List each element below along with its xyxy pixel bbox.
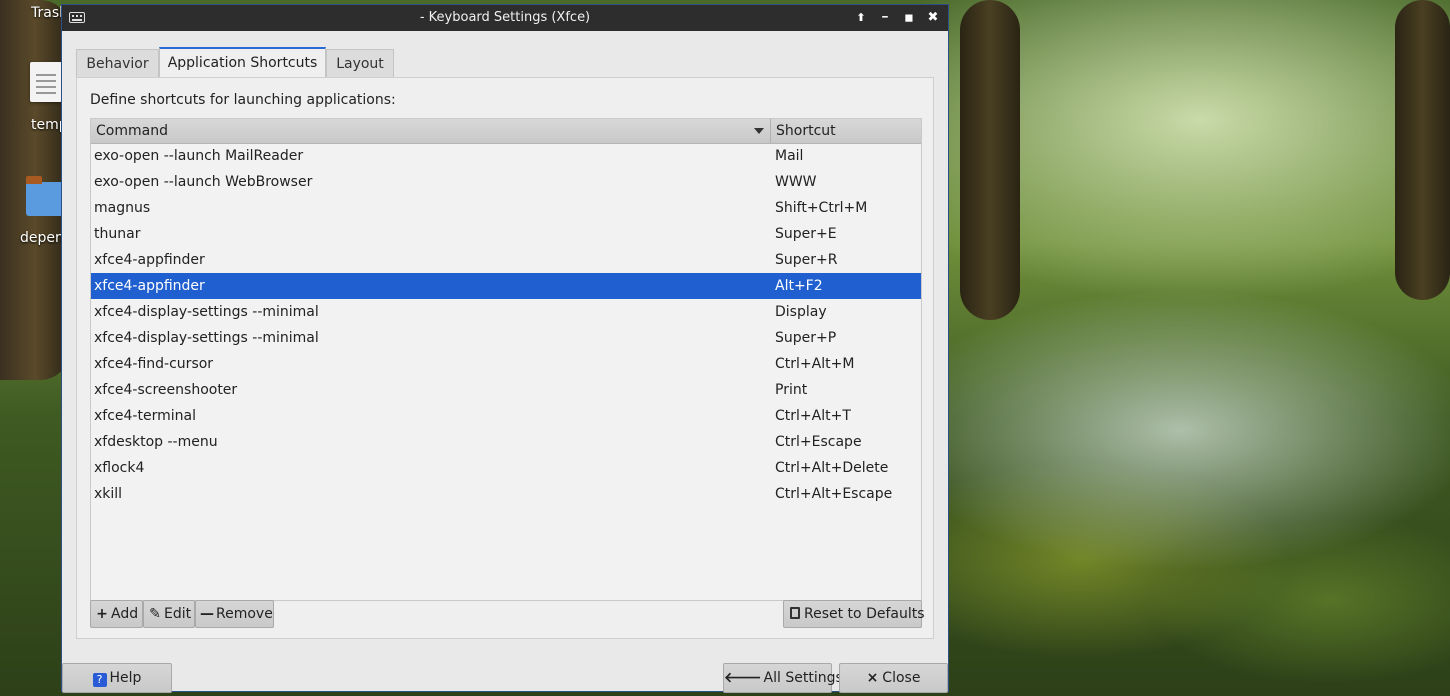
- row-shortcut: WWW: [775, 174, 817, 190]
- tab-application-shortcuts[interactable]: Application Shortcuts: [159, 47, 326, 77]
- row-shortcut: Print: [775, 382, 808, 398]
- row-command: xfce4-display-settings --minimal: [94, 304, 319, 320]
- row-shortcut: Display: [775, 304, 827, 320]
- row-command: exo-open --launch WebBrowser: [94, 174, 313, 190]
- table-row[interactable]: xfce4-terminal Ctrl+Alt+T: [91, 403, 921, 429]
- reset-to-defaults-button[interactable]: Reset to Defaults: [783, 600, 925, 628]
- close-button[interactable]: × Close: [839, 663, 948, 693]
- column-header-shortcut[interactable]: Shortcut: [771, 119, 921, 143]
- sort-descending-icon: [754, 128, 764, 134]
- all-settings-button-label: All Settings: [763, 670, 843, 686]
- add-button-label: Add: [111, 606, 139, 622]
- row-shortcut: Ctrl+Escape: [775, 434, 862, 450]
- row-command: xfce4-screenshooter: [94, 382, 238, 398]
- table-row[interactable]: xkill Ctrl+Alt+Escape: [91, 481, 921, 507]
- list-toolbar: + Add ✎ Edit — Remove Reset to Defaults: [90, 600, 925, 628]
- reset-button-label: Reset to Defaults: [804, 606, 925, 622]
- add-button[interactable]: + Add: [90, 600, 143, 628]
- wallpaper-tree: [1395, 0, 1450, 300]
- table-row[interactable]: exo-open --launch WebBrowser WWW: [91, 169, 921, 195]
- table-row[interactable]: xfce4-display-settings --minimal Display: [91, 299, 921, 325]
- column-header-command[interactable]: Command: [91, 119, 771, 143]
- panel-description: Define shortcuts for launching applicati…: [90, 92, 396, 108]
- tab-behavior[interactable]: Behavior: [76, 49, 159, 77]
- table-row[interactable]: xfce4-find-cursor Ctrl+Alt+M: [91, 351, 921, 377]
- row-shortcut: Ctrl+Alt+Delete: [775, 460, 889, 476]
- desktop-icon-label: depen: [20, 230, 64, 246]
- row-command: exo-open --launch MailReader: [94, 148, 304, 164]
- remove-button-label: Remove: [216, 606, 273, 622]
- row-shortcut: Ctrl+Alt+Escape: [775, 486, 893, 502]
- row-command: magnus: [94, 200, 151, 216]
- remove-button[interactable]: — Remove: [195, 600, 274, 628]
- row-shortcut: Ctrl+Alt+T: [775, 408, 851, 424]
- row-command: xfce4-appfinder: [94, 278, 205, 294]
- back-arrow-icon: 🡐: [724, 670, 762, 686]
- table-row[interactable]: xflock4 Ctrl+Alt+Delete: [91, 455, 921, 481]
- reset-icon: [790, 607, 800, 619]
- tab-layout[interactable]: Layout: [326, 49, 394, 77]
- table-row[interactable]: thunar Super+E: [91, 221, 921, 247]
- desktop-icon-depen[interactable]: depen: [20, 176, 64, 250]
- maximize-up-icon[interactable]: ⬆: [852, 9, 870, 27]
- plus-icon: +: [96, 606, 108, 622]
- row-command: xkill: [94, 486, 123, 502]
- desktop-icon-temp[interactable]: temp: [26, 60, 68, 140]
- table-row[interactable]: xfce4-screenshooter Print: [91, 377, 921, 403]
- row-command: xflock4: [94, 460, 145, 476]
- list-header: Command Shortcut: [91, 119, 921, 144]
- table-row[interactable]: xfce4-display-settings --minimal Super+P: [91, 325, 921, 351]
- window-title: - Keyboard Settings (Xfce): [419, 10, 591, 25]
- row-shortcut: Super+E: [775, 226, 837, 242]
- all-settings-button[interactable]: 🡐 All Settings: [723, 663, 843, 693]
- row-shortcut: Alt+F2: [775, 278, 823, 294]
- row-shortcut: Super+R: [775, 252, 838, 268]
- shortcuts-list[interactable]: Command Shortcut exo-open --launch MailR…: [90, 118, 922, 601]
- minus-icon: —: [200, 606, 214, 622]
- row-command: xfce4-appfinder: [94, 252, 205, 268]
- window-titlebar[interactable]: - Keyboard Settings (Xfce) ⬆ ━ ◼ ✖: [62, 5, 948, 31]
- help-icon: ?: [92, 673, 107, 687]
- table-row[interactable]: xfce4-appfinder Super+R: [91, 247, 921, 273]
- table-row[interactable]: magnus Shift+Ctrl+M: [91, 195, 921, 221]
- document-icon: [30, 62, 62, 102]
- wallpaper-tree: [960, 0, 1020, 320]
- column-header-shortcut-label: Shortcut: [776, 123, 836, 139]
- row-command: xfce4-terminal: [94, 408, 196, 424]
- help-button[interactable]: ? Help: [62, 663, 172, 693]
- close-button-label: Close: [882, 670, 921, 686]
- restore-icon[interactable]: ◼: [900, 9, 918, 27]
- table-row[interactable]: exo-open --launch MailReader Mail: [91, 143, 921, 169]
- close-icon[interactable]: ✖: [924, 9, 942, 27]
- shortcuts-panel: Define shortcuts for launching applicati…: [76, 77, 934, 639]
- edit-button-label: Edit: [164, 606, 192, 622]
- row-shortcut: Shift+Ctrl+M: [775, 200, 868, 216]
- row-command: thunar: [94, 226, 141, 242]
- close-x-icon: ×: [866, 670, 879, 686]
- row-command: xfce4-find-cursor: [94, 356, 214, 372]
- row-shortcut: Mail: [775, 148, 804, 164]
- row-shortcut: Ctrl+Alt+M: [775, 356, 855, 372]
- edit-button[interactable]: ✎ Edit: [143, 600, 195, 628]
- table-row[interactable]: xfce4-appfinder Alt+F2: [91, 273, 921, 299]
- pencil-icon: ✎: [149, 606, 161, 622]
- table-row[interactable]: xfdesktop --menu Ctrl+Escape: [91, 429, 921, 455]
- row-command: xfdesktop --menu: [94, 434, 218, 450]
- column-header-command-label: Command: [96, 123, 168, 139]
- row-shortcut: Super+P: [775, 330, 837, 346]
- help-button-label: Help: [109, 670, 142, 686]
- keyboard-settings-window: - Keyboard Settings (Xfce) ⬆ ━ ◼ ✖ Behav…: [61, 4, 949, 693]
- folder-icon: [26, 176, 64, 216]
- minimize-icon[interactable]: ━: [876, 9, 894, 27]
- list-rows: exo-open --launch MailReader Mail exo-open…: [91, 143, 921, 507]
- row-command: xfce4-display-settings --minimal: [94, 330, 319, 346]
